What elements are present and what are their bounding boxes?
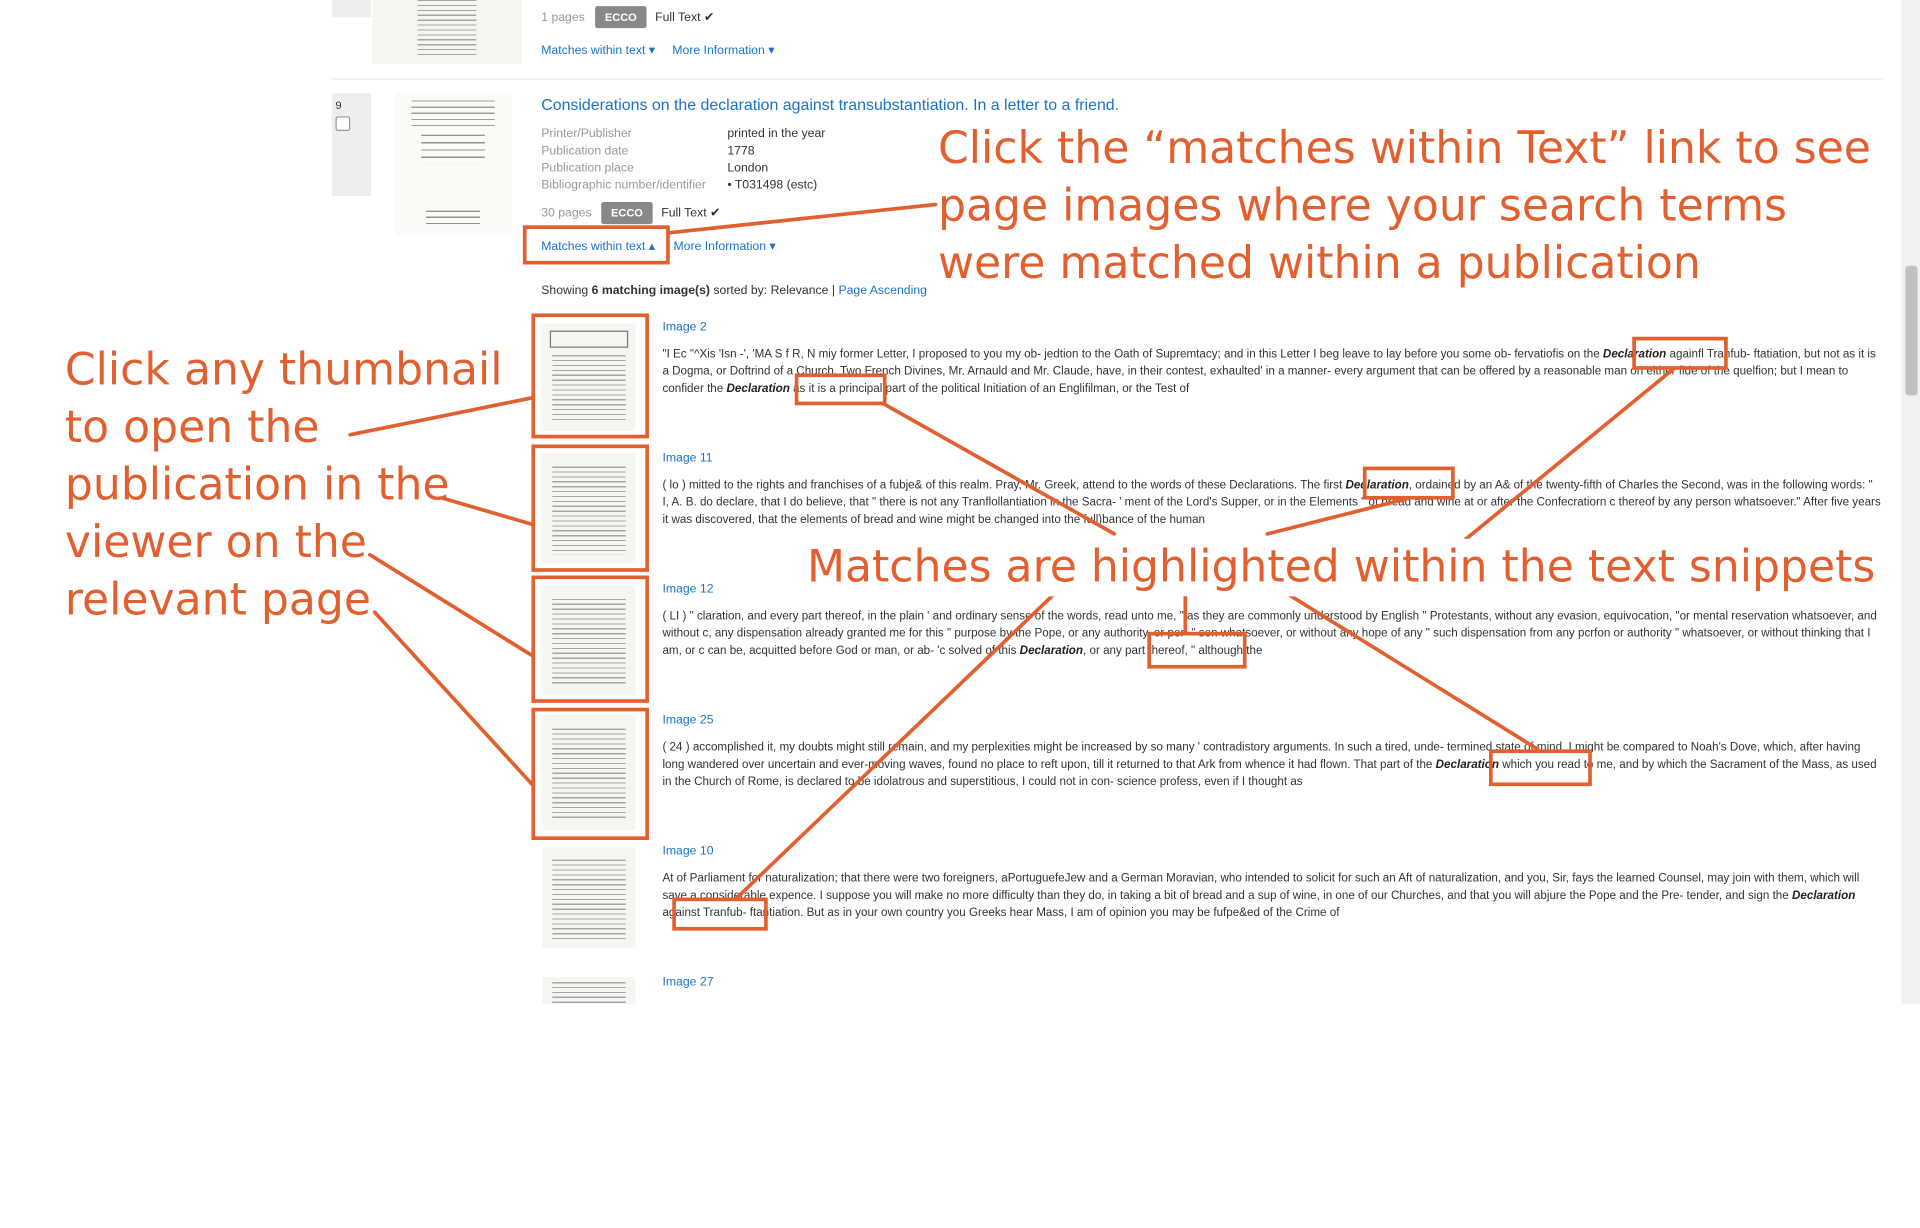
- thumbnail-callout: Click any thumbnail to open the publicat…: [64, 345, 503, 626]
- search-results-page: 1 pages ECCO Full Text ✔ Matches within …: [0, 0, 1920, 1005]
- highlight-callout: Matches are highlighted within the text …: [802, 538, 1881, 597]
- matches-link-callout: Click the “matches within Text” link to …: [937, 123, 1871, 289]
